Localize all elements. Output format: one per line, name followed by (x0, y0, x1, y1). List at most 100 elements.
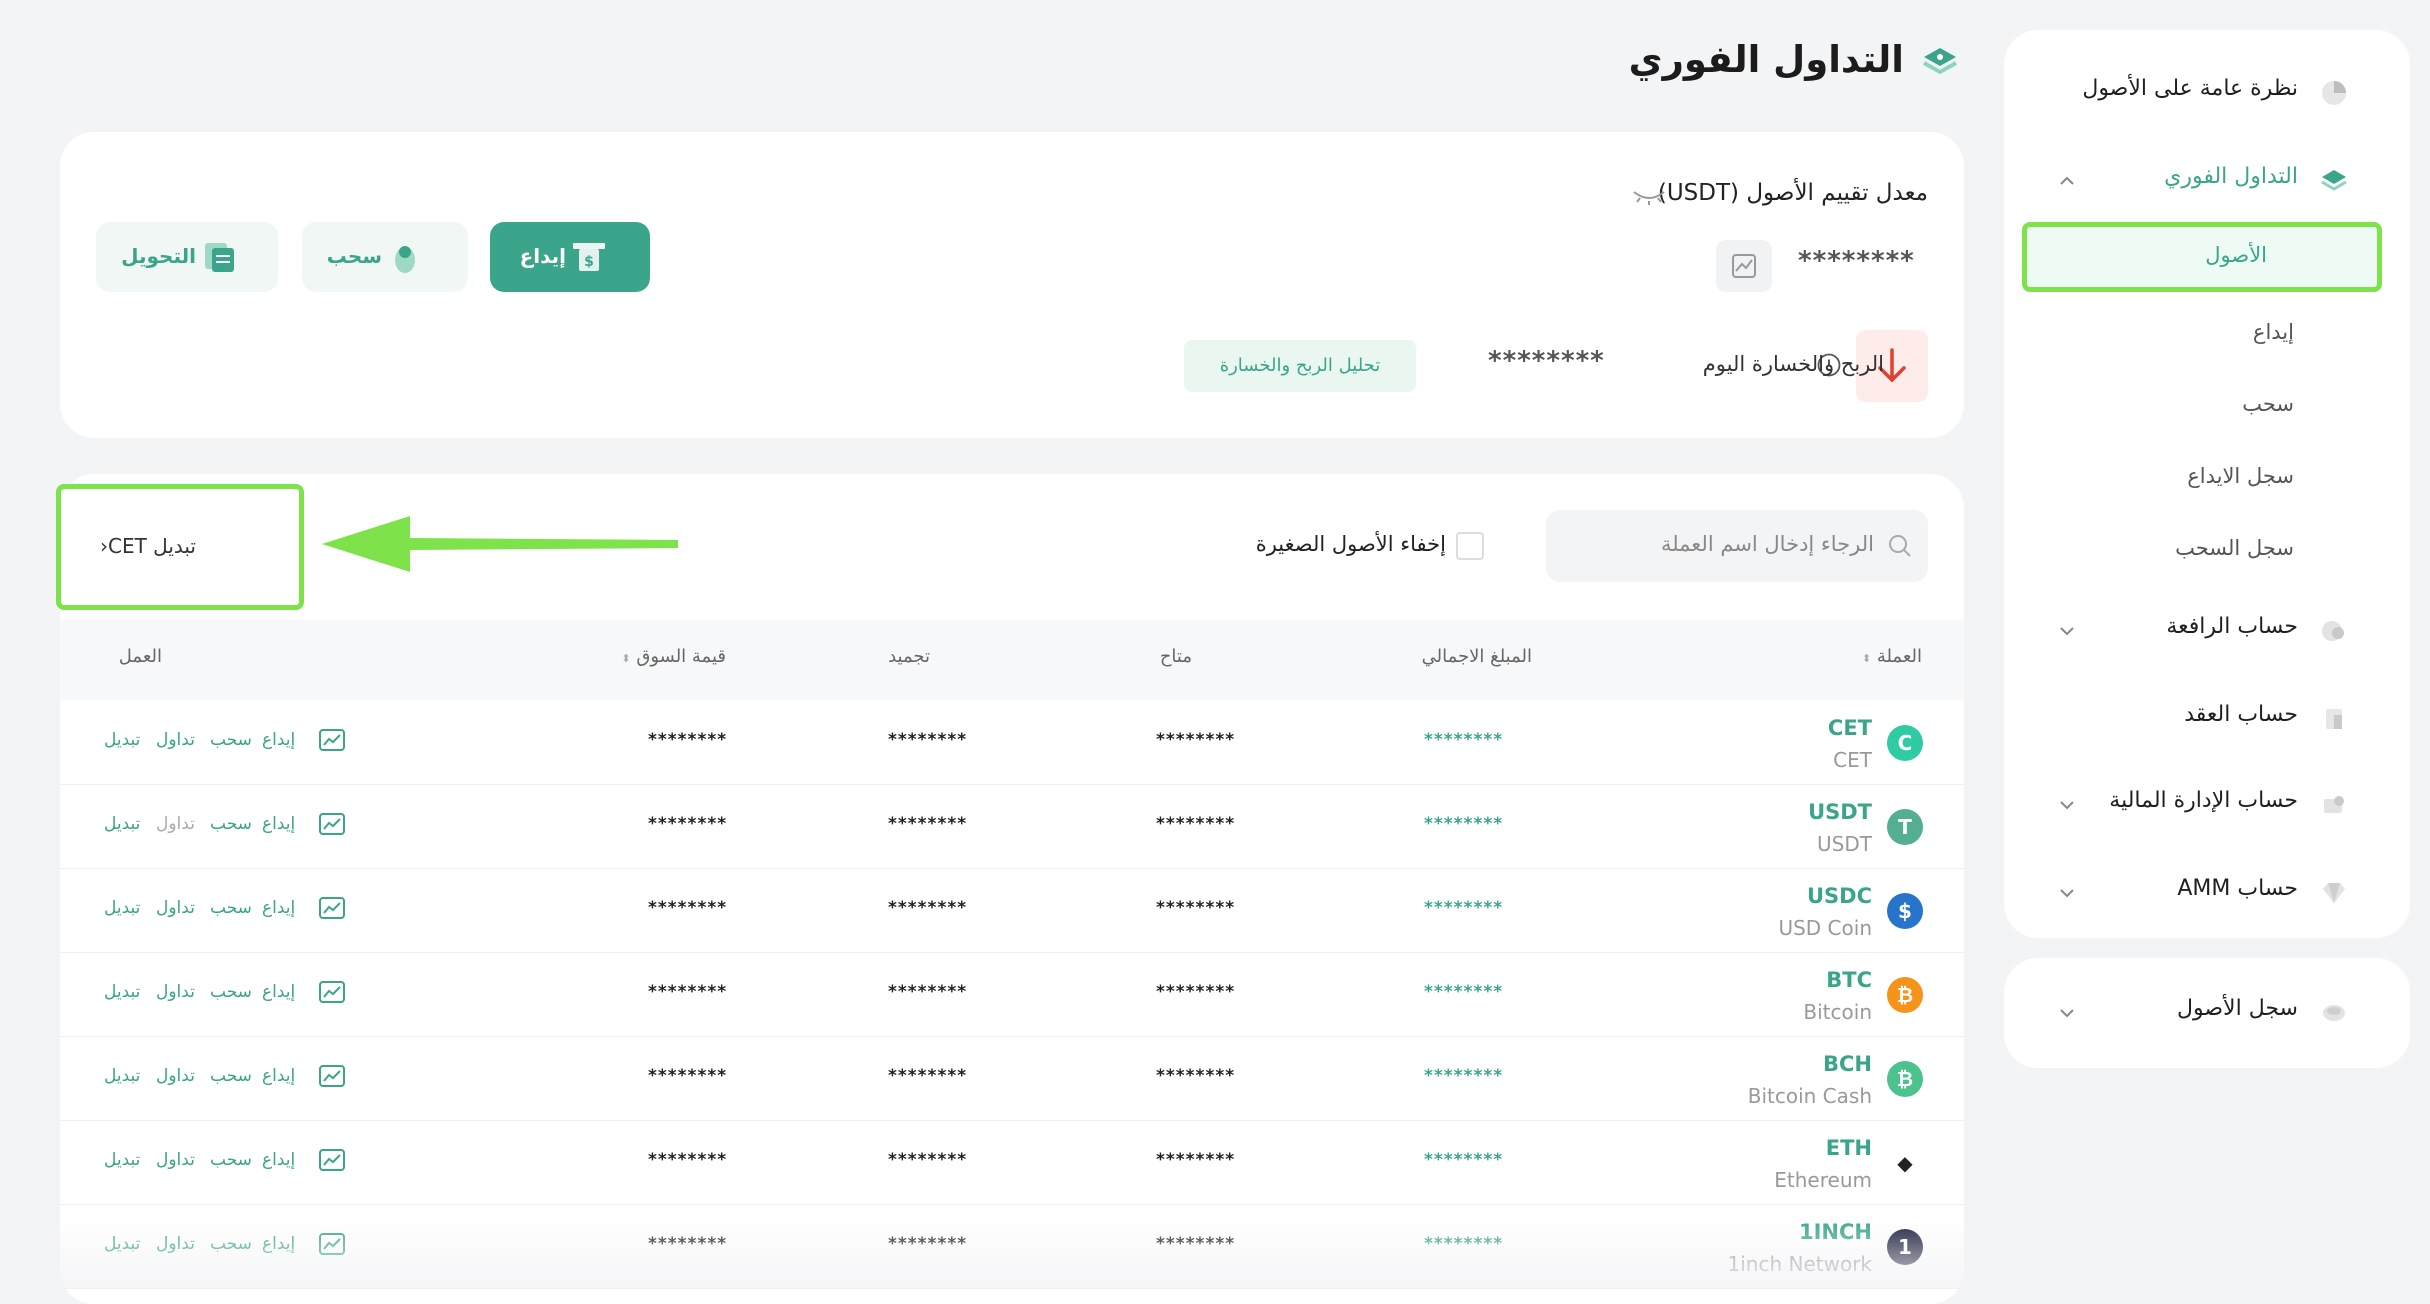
sidebar-subitem-label: الأصول (2205, 243, 2267, 267)
trade-link[interactable]: تداول (156, 814, 195, 834)
sidebar-item-label: التداول الفوري (2164, 164, 2298, 189)
deposit-link[interactable]: إيداع (262, 1150, 295, 1170)
withdraw-button[interactable]: سحب (302, 222, 468, 292)
available-amount: ******** (1156, 982, 1236, 1002)
deposit-link[interactable]: إيداع (262, 1234, 295, 1254)
withdraw-link[interactable]: سحب (210, 1234, 252, 1254)
withdraw-link[interactable]: سحب (210, 814, 252, 834)
trade-link[interactable]: تداول (156, 1066, 195, 1086)
deposit-icon: $ (573, 243, 605, 271)
deposit-link[interactable]: إيداع (262, 982, 295, 1002)
sidebar-subitem-deposit[interactable]: إيداع (2004, 310, 2410, 358)
column-coin[interactable]: العملة ⬍ (1862, 646, 1922, 667)
convert-link[interactable]: تبديل (104, 1150, 140, 1170)
green-pointer-arrow (322, 516, 678, 572)
sidebar-subitem-withdraw-history[interactable]: سجل السحب (2004, 526, 2410, 574)
hide-small-assets-checkbox[interactable] (1456, 532, 1484, 560)
coin-symbol[interactable]: USDC (1807, 884, 1872, 908)
trade-link[interactable]: تداول (156, 1234, 195, 1254)
trade-link[interactable]: تداول (156, 982, 195, 1002)
search-input[interactable]: الرجاء إدخال اسم العملة (1546, 510, 1928, 582)
market-value: ******** (648, 730, 728, 750)
withdraw-link[interactable]: سحب (210, 730, 252, 750)
sort-icon: ⬍ (1861, 652, 1872, 665)
chevron-down-icon[interactable] (2052, 790, 2082, 820)
svg-text:◆: ◆ (1897, 1151, 1913, 1175)
frozen-amount: ******** (888, 982, 968, 1002)
convert-link[interactable]: تبديل (104, 1066, 140, 1086)
chart-icon[interactable] (318, 980, 346, 1004)
sidebar-item-spot-trading[interactable]: التداول الفوري (2004, 156, 2410, 206)
column-coin-label: العملة (1876, 646, 1922, 667)
coin-symbol[interactable]: 1INCH (1799, 1220, 1872, 1244)
coin-name: Bitcoin Cash (1747, 1084, 1872, 1108)
table-row: T USDT USDT ******** ******** ******** *******… (60, 784, 1964, 869)
convert-link[interactable]: تبديل (104, 730, 140, 750)
sidebar-subitem-withdraw[interactable]: سحب (2004, 382, 2410, 430)
sidebar-subitem-label: سجل السحب (2175, 536, 2294, 560)
eye-closed-icon[interactable] (1630, 180, 1668, 210)
deposit-link[interactable]: إيداع (262, 814, 295, 834)
sidebar-item-label: حساب الإدارة المالية (2109, 788, 2298, 813)
convert-link[interactable]: تبديل (104, 814, 140, 834)
column-actions: العمل (118, 646, 162, 667)
chart-icon[interactable] (318, 1148, 346, 1172)
coin-icon: $ (1887, 893, 1923, 929)
withdraw-link[interactable]: سحب (210, 1150, 252, 1170)
coin-icon: C (1887, 725, 1923, 761)
deposit-link[interactable]: إيداع (262, 898, 295, 918)
chevron-up-icon[interactable] (2052, 166, 2082, 196)
convert-link[interactable]: تبديل (104, 982, 140, 1002)
coin-symbol[interactable]: CET (1828, 716, 1872, 740)
sidebar-item-leverage[interactable]: حساب الرافعة (2004, 606, 2410, 656)
valuation-label: معدل تقييم الأصول (USDT) (1657, 180, 1928, 206)
deposit-link[interactable]: إيداع (262, 730, 295, 750)
withdraw-link[interactable]: سحب (210, 982, 252, 1002)
sidebar-item-overview[interactable]: نظرة عامة على الأصول (2004, 68, 2410, 118)
available-amount: ******** (1156, 730, 1236, 750)
sidebar-subitem-assets[interactable]: الأصول (2022, 222, 2382, 292)
withdraw-link[interactable]: سحب (210, 898, 252, 918)
chart-icon[interactable] (318, 812, 346, 836)
balance-chart-button[interactable] (1716, 240, 1772, 292)
trade-link[interactable]: تداول (156, 730, 195, 750)
table-row: C CET CET ******** ******** ******** ******** ت… (60, 700, 1964, 785)
coin-symbol[interactable]: BCH (1823, 1052, 1872, 1076)
column-frozen: تجميد (888, 646, 930, 667)
sidebar-item-asset-history[interactable]: سجل الأصول (2004, 988, 2410, 1038)
total-amount: ******** (1424, 1234, 1504, 1254)
sidebar-subitem-deposit-history[interactable]: سجل الايداع (2004, 454, 2410, 502)
column-market-value[interactable]: قيمة السوق ⬍ (621, 646, 726, 667)
withdraw-link[interactable]: سحب (210, 1066, 252, 1086)
convert-link[interactable]: تبديل (104, 1234, 140, 1254)
sidebar-item-finance[interactable]: حساب الإدارة المالية (2004, 780, 2410, 830)
chevron-down-icon[interactable] (2052, 998, 2082, 1028)
chart-icon[interactable] (318, 728, 346, 752)
chevron-down-icon[interactable] (2052, 616, 2082, 646)
svg-text:1: 1 (1898, 1235, 1912, 1259)
deposit-link[interactable]: إيداع (262, 1066, 295, 1086)
trade-link[interactable]: تداول (156, 1150, 195, 1170)
sidebar-item-amm[interactable]: حساب AMM (2004, 868, 2410, 918)
chart-icon[interactable] (318, 1232, 346, 1256)
chart-icon[interactable] (318, 896, 346, 920)
deposit-button[interactable]: إيداع $ (490, 222, 650, 292)
coin-symbol[interactable]: BTC (1826, 968, 1872, 992)
chart-icon[interactable] (318, 1064, 346, 1088)
pnl-analysis-button[interactable]: تحليل الربح والخسارة (1184, 340, 1416, 392)
svg-text:C: C (1898, 731, 1913, 755)
convert-cet-link[interactable]: تبديل CET‹ (100, 534, 196, 558)
svg-text:₿: ₿ (1897, 983, 1913, 1007)
coin-symbol[interactable]: USDT (1808, 800, 1872, 824)
convert-link[interactable]: تبديل (104, 898, 140, 918)
svg-text:₿: ₿ (1897, 1067, 1913, 1091)
leverage-icon (2322, 621, 2344, 641)
sidebar-subitem-label: إيداع (2252, 320, 2294, 344)
trade-link[interactable]: تداول (156, 898, 195, 918)
chevron-down-icon[interactable] (2052, 878, 2082, 908)
transfer-button[interactable]: التحويل (96, 222, 278, 292)
coin-name: 1inch Network (1727, 1252, 1873, 1276)
sidebar: نظرة عامة على الأصول التداول الفوري الأص… (2004, 30, 2410, 938)
coin-symbol[interactable]: ETH (1826, 1136, 1872, 1160)
sidebar-item-contract[interactable]: حساب العقد (2004, 694, 2410, 744)
